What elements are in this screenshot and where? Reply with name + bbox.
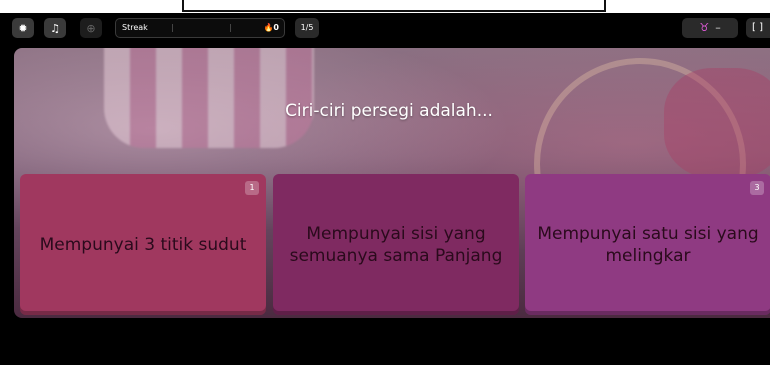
game-toolbar: ✹ ♫ ⊕ Streak 🔥0 1/5 ♉ – [ ] (0, 13, 770, 43)
option-text: Mempunyai 3 titik sudut (39, 234, 247, 255)
question-progress: 1/5 (295, 18, 319, 38)
streak-label: Streak (122, 23, 148, 32)
answer-option-2[interactable]: Mempunyai sisi yang semuanya sama Panjan… (273, 174, 519, 315)
settings-button[interactable]: ✹ (12, 18, 34, 38)
option-text: Mempunyai sisi yang semuanya sama Panjan… (289, 223, 503, 266)
answer-options: Mempunyai 3 titik sudut 1 Mempunyai sisi… (20, 174, 770, 315)
top-strip (0, 0, 770, 13)
flame-icon: 🔥 (263, 23, 274, 32)
question-text: Ciri-ciri persegi adalah... (285, 100, 493, 121)
option-number-badge: 1 (245, 181, 259, 195)
zoom-button[interactable]: ⊕ (80, 18, 102, 38)
fullscreen-icon: [ ] (752, 22, 763, 33)
answer-option-3[interactable]: Mempunyai satu sisi yang melingkar 3 (525, 174, 770, 315)
powerup-button[interactable]: ♉ – (682, 18, 738, 38)
powerup-icon: ♉ (699, 21, 710, 34)
streak-tick (172, 24, 173, 32)
zoom-icon: ⊕ (86, 21, 96, 35)
streak-tick (230, 24, 231, 32)
powerup-label: – (715, 21, 721, 34)
streak-count: 🔥0 (263, 19, 279, 37)
option-text: Mempunyai satu sisi yang melingkar (537, 223, 759, 266)
game-stage: Ciri-ciri persegi adalah... Mempunyai 3 … (14, 48, 770, 318)
fullscreen-button[interactable]: [ ] (746, 18, 770, 38)
streak-meter: Streak 🔥0 (115, 18, 285, 38)
streak-count-value: 0 (273, 23, 279, 32)
music-button[interactable]: ♫ (44, 18, 66, 38)
answer-option-1[interactable]: Mempunyai 3 titik sudut 1 (20, 174, 266, 315)
music-note-icon: ♫ (50, 21, 60, 35)
gear-icon: ✹ (18, 21, 28, 35)
top-frame-box (182, 0, 606, 12)
option-number-badge: 3 (750, 181, 764, 195)
